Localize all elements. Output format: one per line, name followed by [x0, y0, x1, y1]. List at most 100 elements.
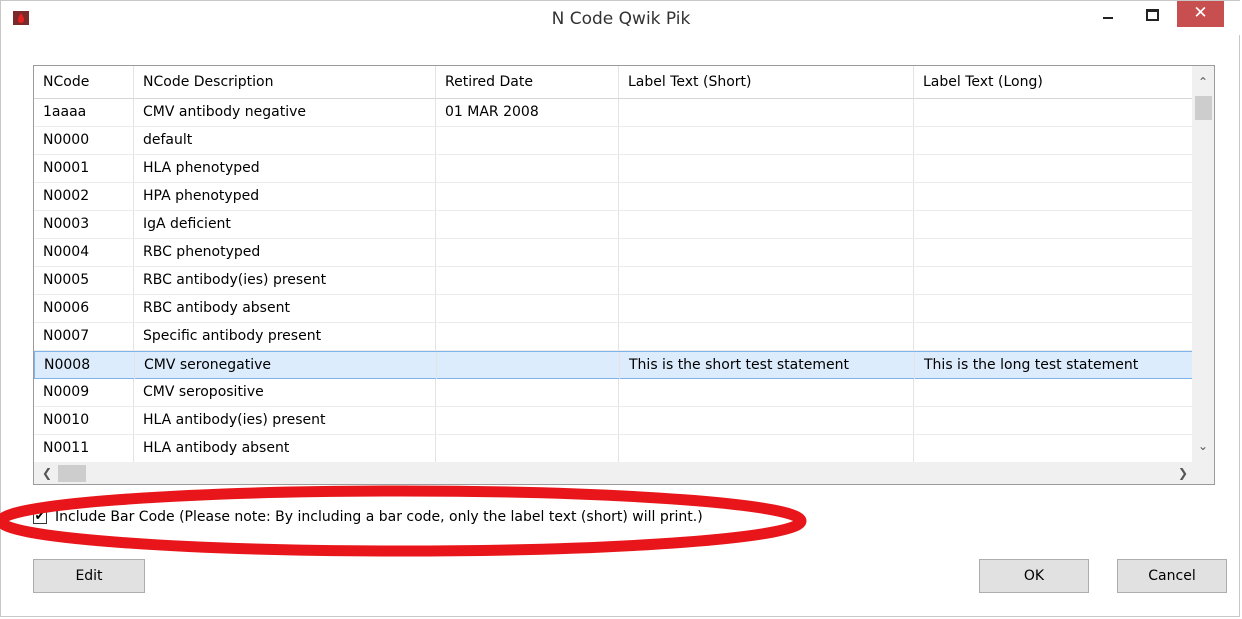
title-bar[interactable]: N Code Qwik Pik ✕ — [1, 1, 1241, 35]
ncode-cell: N0004 — [34, 239, 134, 266]
label-short-cell — [619, 183, 914, 210]
scroll-left-icon[interactable]: ❮ — [36, 462, 58, 484]
include-bar-code-label[interactable]: Include Bar Code (Please note: By includ… — [55, 509, 703, 525]
table-row[interactable]: N0006 RBC antibody absent — [34, 295, 1194, 323]
retired-date-cell — [436, 239, 619, 266]
scroll-up-icon[interactable]: ⌃ — [1192, 72, 1214, 92]
label-short-cell — [619, 323, 914, 350]
label-long-cell — [914, 267, 1194, 294]
scroll-right-icon[interactable]: ❯ — [1172, 462, 1194, 484]
label-long-cell — [914, 435, 1194, 462]
vertical-scrollbar[interactable]: ⌃ ⌄ — [1192, 66, 1214, 462]
description-cell: CMV antibody negative — [134, 99, 436, 126]
table-row[interactable]: N0009 CMV seropositive — [34, 379, 1194, 407]
label-short-cell — [619, 379, 914, 406]
vertical-scroll-thumb[interactable] — [1195, 96, 1212, 120]
retired-date-cell — [436, 295, 619, 322]
table-row[interactable]: N0004 RBC phenotyped — [34, 239, 1194, 267]
ncode-cell: N0008 — [35, 352, 135, 379]
table-row[interactable]: N0007 Specific antibody present — [34, 323, 1194, 351]
retired-date-cell — [436, 407, 619, 434]
retired-date-cell — [436, 127, 619, 154]
description-cell: RBC phenotyped — [134, 239, 436, 266]
maximize-button[interactable] — [1134, 1, 1174, 27]
column-header-retired-date[interactable]: Retired Date — [436, 66, 619, 99]
cancel-button[interactable]: Cancel — [1117, 559, 1227, 593]
label-long-cell — [914, 407, 1194, 434]
retired-date-cell — [436, 379, 619, 406]
label-long-cell — [914, 127, 1194, 154]
close-icon: ✕ — [1193, 3, 1208, 23]
label-short-cell — [619, 211, 914, 238]
description-cell: default — [134, 127, 436, 154]
description-cell: HLA antibody absent — [134, 435, 436, 462]
column-header-description[interactable]: NCode Description — [134, 66, 436, 99]
minimize-button[interactable] — [1089, 1, 1129, 27]
label-long-cell — [914, 183, 1194, 210]
table-row[interactable]: N0005 RBC antibody(ies) present — [34, 267, 1194, 295]
ncode-cell: N0003 — [34, 211, 134, 238]
include-bar-code-checkbox[interactable]: ✔ — [33, 510, 47, 524]
ok-button[interactable]: OK — [979, 559, 1089, 593]
label-long-cell — [914, 379, 1194, 406]
label-long-cell — [914, 323, 1194, 350]
edit-button[interactable]: Edit — [33, 559, 145, 593]
ncode-cell: N0009 — [34, 379, 134, 406]
retired-date-cell — [437, 352, 620, 379]
description-cell: RBC antibody(ies) present — [134, 267, 436, 294]
label-long-cell — [914, 239, 1194, 266]
horizontal-scrollbar[interactable]: ❮ ❯ — [34, 462, 1214, 484]
description-cell: HLA phenotyped — [134, 155, 436, 182]
table-row[interactable]: N0002 HPA phenotyped — [34, 183, 1194, 211]
retired-date-cell — [436, 211, 619, 238]
description-cell: HPA phenotyped — [134, 183, 436, 210]
close-button[interactable]: ✕ — [1177, 1, 1224, 27]
table-row[interactable]: N0000 default — [34, 127, 1194, 155]
ncode-cell: N0011 — [34, 435, 134, 462]
ncode-grid[interactable]: NCode NCode Description Retired Date Lab… — [33, 65, 1215, 485]
table-row-selected[interactable]: N0008 CMV seronegative This is the short… — [34, 351, 1194, 379]
retired-date-cell — [436, 435, 619, 462]
description-cell: HLA antibody(ies) present — [134, 407, 436, 434]
retired-date-cell — [436, 155, 619, 182]
ncode-cell: N0000 — [34, 127, 134, 154]
table-row[interactable]: N0001 HLA phenotyped — [34, 155, 1194, 183]
ncode-cell: N0010 — [34, 407, 134, 434]
label-short-cell — [619, 155, 914, 182]
table-row[interactable]: N0011 HLA antibody absent — [34, 435, 1194, 463]
window-title: N Code Qwik Pik — [551, 9, 691, 29]
ncode-cell: N0006 — [34, 295, 134, 322]
ncode-cell: 1aaaa — [34, 99, 134, 126]
label-short-cell — [619, 267, 914, 294]
label-short-cell — [619, 295, 914, 322]
horizontal-scroll-thumb[interactable] — [58, 465, 86, 482]
table-row[interactable]: N0003 IgA deficient — [34, 211, 1194, 239]
label-short-cell — [619, 127, 914, 154]
ncode-cell: N0007 — [34, 323, 134, 350]
scroll-down-icon[interactable]: ⌄ — [1192, 436, 1214, 456]
column-header-label-short[interactable]: Label Text (Short) — [619, 66, 914, 99]
label-long-cell — [914, 99, 1194, 126]
ncode-cell: N0005 — [34, 267, 134, 294]
column-header-label-long[interactable]: Label Text (Long) — [914, 66, 1194, 99]
label-short-cell — [619, 239, 914, 266]
retired-date-cell: 01 MAR 2008 — [436, 99, 619, 126]
column-header-ncode[interactable]: NCode — [34, 66, 134, 99]
label-short-cell — [619, 99, 914, 126]
label-long-cell — [914, 295, 1194, 322]
dialog-window: N Code Qwik Pik ✕ NCode NCode Descriptio… — [0, 0, 1241, 617]
description-cell: CMV seropositive — [134, 379, 436, 406]
table-row[interactable]: N0010 HLA antibody(ies) present — [34, 407, 1194, 435]
label-short-cell — [619, 435, 914, 462]
label-short-cell — [619, 407, 914, 434]
label-long-cell: This is the long test statement — [924, 357, 1139, 373]
ncode-cell: N0002 — [34, 183, 134, 210]
label-long-cell — [914, 155, 1194, 182]
table-row[interactable]: 1aaaa CMV antibody negative 01 MAR 2008 — [34, 99, 1194, 127]
grid-header: NCode NCode Description Retired Date Lab… — [34, 66, 1194, 99]
description-cell: IgA deficient — [134, 211, 436, 238]
description-cell: CMV seronegative — [135, 352, 437, 379]
description-cell: Specific antibody present — [134, 323, 436, 350]
retired-date-cell — [436, 267, 619, 294]
ncode-cell: N0001 — [34, 155, 134, 182]
